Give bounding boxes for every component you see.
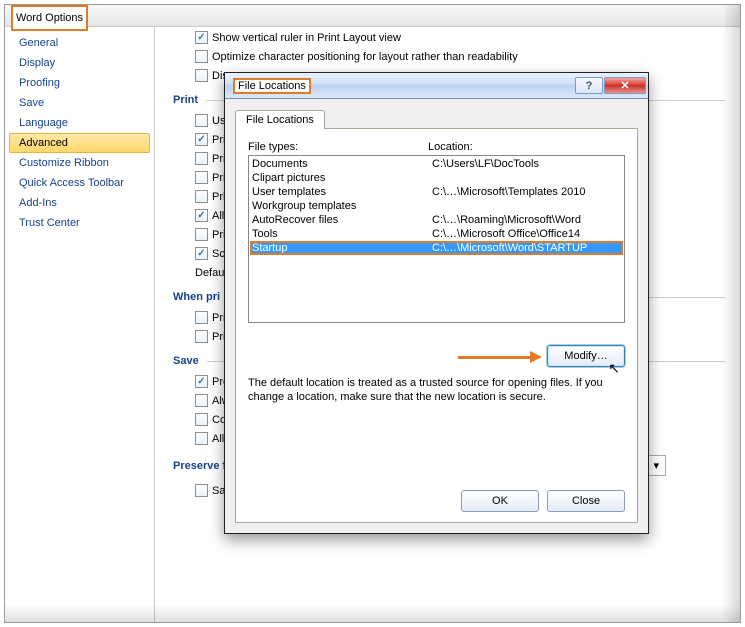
display-option-checkbox[interactable] bbox=[195, 69, 208, 82]
file-locations-list[interactable]: DocumentsC:\Users\LF\DocToolsClipart pic… bbox=[248, 155, 625, 323]
file-type-cell: Startup bbox=[252, 241, 432, 255]
save-option-checkbox[interactable] bbox=[195, 394, 208, 407]
dialog-tabstrip: File Locations bbox=[235, 109, 638, 129]
save-option-checkbox[interactable] bbox=[195, 375, 208, 388]
file-location-row[interactable]: ToolsC:\…\Microsoft Office\Office14 bbox=[250, 227, 623, 241]
close-button[interactable]: Close bbox=[547, 490, 625, 512]
print-option-checkbox[interactable] bbox=[195, 190, 208, 203]
save-option-checkbox[interactable] bbox=[195, 432, 208, 445]
file-location-row[interactable]: Workgroup templates bbox=[250, 199, 623, 213]
when-printing-option-checkbox[interactable] bbox=[195, 330, 208, 343]
dialog-title: File Locations bbox=[233, 78, 311, 94]
display-option-row: Show vertical ruler in Print Layout view bbox=[195, 29, 726, 46]
file-type-cell: Workgroup templates bbox=[252, 199, 432, 213]
dialog-close-button[interactable]: ✕ bbox=[604, 77, 646, 94]
file-type-cell: Documents bbox=[252, 157, 432, 171]
sidebar-item-language[interactable]: Language bbox=[9, 113, 150, 133]
file-location-cell: C:\…\Roaming\Microsoft\Word bbox=[432, 213, 581, 227]
display-option-checkbox[interactable] bbox=[195, 31, 208, 44]
display-option-label: Show vertical ruler in Print Layout view bbox=[212, 32, 401, 44]
annotation-arrow bbox=[458, 351, 542, 363]
file-location-cell: C:\…\Microsoft Office\Office14 bbox=[432, 227, 580, 241]
print-option-checkbox[interactable] bbox=[195, 171, 208, 184]
print-option-checkbox[interactable] bbox=[195, 133, 208, 146]
file-locations-note: The default location is treated as a tru… bbox=[248, 377, 625, 405]
file-locations-dialog: File Locations ? ✕ File Locations File t… bbox=[224, 72, 649, 534]
file-locations-header: File types: Location: bbox=[248, 141, 625, 153]
display-option-label: Optimize character positioning for layou… bbox=[212, 51, 518, 63]
sidebar-item-trust-center[interactable]: Trust Center bbox=[9, 213, 150, 233]
modify-button[interactable]: Modify… ↖ bbox=[547, 345, 625, 367]
cursor-icon: ↖ bbox=[608, 360, 620, 377]
sidebar-item-display[interactable]: Display bbox=[9, 53, 150, 73]
file-location-row[interactable]: DocumentsC:\Users\LF\DocTools bbox=[250, 157, 623, 171]
sidebar-item-advanced[interactable]: Advanced bbox=[9, 133, 150, 153]
help-icon: ? bbox=[586, 80, 593, 92]
when-printing-option-checkbox[interactable] bbox=[195, 311, 208, 324]
sidebar-item-proofing[interactable]: Proofing bbox=[9, 73, 150, 93]
print-option-checkbox[interactable] bbox=[195, 228, 208, 241]
display-option-checkbox[interactable] bbox=[195, 50, 208, 63]
print-option-checkbox[interactable] bbox=[195, 247, 208, 260]
save-option-checkbox[interactable] bbox=[195, 413, 208, 426]
ok-button[interactable]: OK bbox=[461, 490, 539, 512]
options-sidebar: GeneralDisplayProofingSaveLanguageAdvanc… bbox=[5, 27, 155, 622]
word-options-titlebar: Word Options bbox=[5, 5, 740, 27]
sidebar-item-add-ins[interactable]: Add-Ins bbox=[9, 193, 150, 213]
file-type-cell: AutoRecover files bbox=[252, 213, 432, 227]
file-location-cell: C:\Users\LF\DocTools bbox=[432, 157, 539, 171]
header-location: Location: bbox=[428, 141, 473, 153]
dialog-help-button[interactable]: ? bbox=[575, 77, 603, 94]
file-location-row[interactable]: Clipart pictures bbox=[250, 171, 623, 185]
file-type-cell: Tools bbox=[252, 227, 432, 241]
file-location-row[interactable]: User templatesC:\…\Microsoft\Templates 2… bbox=[250, 185, 623, 199]
print-option-checkbox[interactable] bbox=[195, 209, 208, 222]
display-option-row: Optimize character positioning for layou… bbox=[195, 48, 726, 65]
preserve-document-dropdown[interactable]: ▾ bbox=[647, 455, 666, 476]
print-option-checkbox[interactable] bbox=[195, 114, 208, 127]
sidebar-item-customize-ribbon[interactable]: Customize Ribbon bbox=[9, 153, 150, 173]
file-location-cell: C:\…\Microsoft\Templates 2010 bbox=[432, 185, 585, 199]
file-location-row[interactable]: StartupC:\…\Microsoft\Word\STARTUP bbox=[250, 241, 623, 255]
sidebar-item-general[interactable]: General bbox=[9, 33, 150, 53]
close-icon: ✕ bbox=[620, 79, 629, 92]
chevron-down-icon: ▾ bbox=[653, 459, 659, 472]
dialog-titlebar[interactable]: File Locations ? ✕ bbox=[225, 73, 648, 99]
tab-file-locations[interactable]: File Locations bbox=[235, 110, 325, 129]
header-file-types: File types: bbox=[248, 141, 428, 153]
print-option-checkbox[interactable] bbox=[195, 152, 208, 165]
file-location-cell: C:\…\Microsoft\Word\STARTUP bbox=[432, 241, 587, 255]
save-form-data-checkbox[interactable] bbox=[195, 484, 208, 497]
sidebar-item-save[interactable]: Save bbox=[9, 93, 150, 113]
file-type-cell: User templates bbox=[252, 185, 432, 199]
sidebar-item-quick-access-toolbar[interactable]: Quick Access Toolbar bbox=[9, 173, 150, 193]
file-type-cell: Clipart pictures bbox=[252, 171, 432, 185]
file-location-row[interactable]: AutoRecover filesC:\…\Roaming\Microsoft\… bbox=[250, 213, 623, 227]
